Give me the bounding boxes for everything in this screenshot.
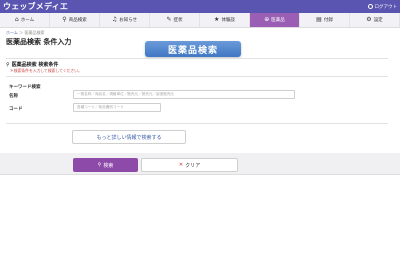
app-header: ウェッブメディエ ログアウト	[0, 0, 400, 13]
power-icon	[367, 4, 373, 9]
nav-item-experiences[interactable]: ★ 体験談	[200, 13, 250, 27]
pencil-icon: ✎	[166, 16, 172, 23]
code-label: コード	[9, 107, 23, 112]
main-nav: ⌂ ホーム ⚲ 商品検索 ♫ お知らせ ✎ 症状 ★ 体験談 ⊕ 医薬品 ▤ 付…	[0, 13, 400, 28]
nav-label: ホーム	[20, 18, 35, 23]
nav-item-home[interactable]: ⌂ ホーム	[0, 13, 50, 27]
nav-item-medicine[interactable]: ⊕ 医薬品	[250, 13, 300, 27]
close-icon: ✕	[178, 162, 184, 168]
nav-item-symptoms[interactable]: ✎ 症状	[150, 13, 200, 27]
conditions-note: ＊検索条件を入力して検索してください。	[10, 68, 82, 73]
breadcrumb: ホーム ＞ 医薬品検索	[6, 30, 44, 36]
logout-link[interactable]: ログアウト	[367, 4, 398, 10]
nav-label: お知らせ	[119, 18, 138, 23]
star-icon: ★	[214, 16, 220, 23]
advanced-search-button[interactable]: もっと詳しい情報で検索する	[72, 130, 186, 144]
medicine-search-banner: 医薬品検索	[145, 41, 241, 57]
breadcrumb-home[interactable]: ホーム	[6, 30, 18, 35]
nav-item-news[interactable]: ♫ お知らせ	[100, 13, 150, 27]
search-icon: ⚲	[97, 162, 102, 168]
search-button[interactable]: ⚲ 検索	[73, 158, 138, 172]
breadcrumb-separator: ＞	[19, 30, 24, 35]
breadcrumb-current: 医薬品検索	[24, 30, 45, 35]
name-input[interactable]: 一般名称／商品名／規格単位／販売元／発売元／製造販売元	[73, 90, 295, 99]
divider	[6, 123, 388, 124]
divider	[6, 76, 388, 77]
clear-button-label: クリア	[185, 162, 201, 169]
name-label: 名称	[9, 94, 18, 99]
logout-label: ログアウト	[374, 4, 398, 10]
app-logo: ウェッブメディエ	[3, 2, 69, 11]
clear-button[interactable]: ✕ クリア	[141, 158, 238, 172]
plus-circle-icon: ⊕	[264, 16, 270, 23]
document-icon: ▤	[316, 16, 322, 23]
code-input[interactable]: 各種コード／商品識別コード	[73, 103, 161, 112]
conditions-title: ⚲ 医薬品検索 検索条件	[6, 61, 59, 69]
nav-label: 症状	[173, 18, 183, 23]
nav-label: 設定	[373, 18, 383, 23]
gear-icon: ⚙	[366, 16, 372, 23]
page-title: 医薬品検索 条件入力	[6, 38, 72, 46]
conditions-title-text: 医薬品検索 検索条件	[11, 62, 59, 68]
nav-label: 医薬品	[271, 18, 285, 23]
nav-item-product-search[interactable]: ⚲ 商品検索	[50, 13, 100, 27]
home-icon: ⌂	[14, 16, 19, 23]
nav-label: 体験談	[221, 18, 235, 23]
keyword-search-label: キーワード検索	[9, 85, 41, 90]
search-button-label: 検索	[103, 162, 114, 169]
divider	[0, 174, 400, 175]
search-icon: ⚲	[62, 16, 67, 23]
divider	[6, 58, 388, 59]
nav-label: 商品検索	[68, 18, 87, 23]
nav-item-appendix[interactable]: ▤ 付録	[300, 13, 350, 27]
search-icon: ⚲	[6, 61, 10, 68]
bell-icon: ♫	[111, 16, 118, 23]
nav-item-settings[interactable]: ⚙ 設定	[350, 13, 400, 27]
nav-label: 付録	[323, 18, 333, 23]
